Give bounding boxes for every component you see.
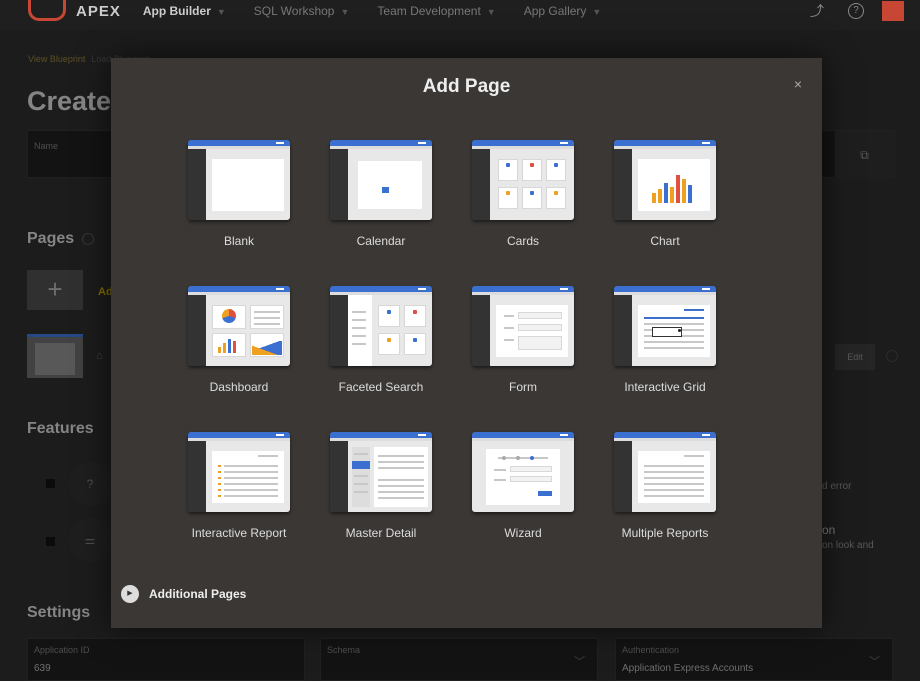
interactive-report-page-icon	[188, 432, 290, 512]
nav-tab-label: App Builder	[142, 4, 211, 18]
tile-label: Cards	[506, 234, 539, 248]
tile-label: Blank	[223, 234, 255, 248]
tile-label: Calendar	[356, 234, 406, 248]
tile-label: Dashboard	[209, 380, 269, 394]
additional-pages-toggle[interactable]: ▶ Additional Pages	[121, 585, 246, 603]
page-type-master-detail[interactable]: Master Detail	[321, 432, 441, 540]
chevron-down-icon: ▼	[216, 7, 226, 17]
page-type-blank[interactable]: Blank	[179, 140, 299, 248]
page-type-form[interactable]: Form	[463, 286, 583, 394]
tile-label: Interactive Report	[191, 526, 287, 540]
brand-name[interactable]: APEX	[76, 3, 121, 20]
page-type-chart[interactable]: Chart	[605, 140, 725, 248]
tile-label: Wizard	[504, 526, 542, 540]
help-icon[interactable]: ?	[848, 3, 864, 19]
faceted-search-page-icon	[330, 286, 432, 366]
nav-right: ⤴ ?	[810, 0, 920, 22]
page-type-wizard[interactable]: Wizard	[463, 432, 583, 540]
nav-tab-team-development[interactable]: Team Development ▼	[377, 4, 495, 18]
nav-tab-app-builder[interactable]: App Builder ▼	[143, 4, 226, 18]
form-page-icon	[472, 286, 574, 366]
nav-tab-sql-workshop[interactable]: SQL Workshop ▼	[254, 4, 350, 18]
page-type-interactive-report[interactable]: Interactive Report	[179, 432, 299, 540]
tile-label: Faceted Search	[338, 380, 424, 394]
nav-tab-label: Team Development	[377, 4, 481, 18]
nav-tab-app-gallery[interactable]: App Gallery ▼	[524, 4, 602, 18]
chevron-down-icon: ▼	[340, 7, 350, 17]
nav-tab-label: SQL Workshop	[253, 4, 335, 18]
chart-page-icon	[614, 140, 716, 220]
page-type-dashboard[interactable]: Dashboard	[179, 286, 299, 394]
blank-page-icon	[188, 140, 290, 220]
interactive-grid-page-icon	[614, 286, 716, 366]
run-icon[interactable]: ⤴	[810, 1, 824, 21]
page-type-cards[interactable]: Cards	[463, 140, 583, 248]
wizard-page-icon	[472, 432, 574, 512]
chevron-down-icon: ▼	[592, 7, 602, 17]
tile-label: Form	[509, 380, 537, 394]
page-type-multiple-reports[interactable]: Multiple Reports	[605, 432, 725, 540]
cards-page-icon	[472, 140, 574, 220]
avatar[interactable]	[882, 1, 904, 21]
calendar-page-icon	[330, 140, 432, 220]
page-type-faceted-search[interactable]: Faceted Search	[321, 286, 441, 394]
dialog-title: Add Page	[422, 76, 511, 97]
tile-label: Interactive Grid	[624, 380, 706, 394]
dashboard-page-icon	[188, 286, 290, 366]
additional-pages-label: Additional Pages	[149, 587, 247, 601]
chevron-down-icon: ▼	[486, 7, 496, 17]
tile-label: Master Detail	[345, 526, 417, 540]
add-page-dialog: Add Page × Blank Calendar Cards Chart Da…	[111, 58, 822, 628]
tile-label: Multiple Reports	[621, 526, 709, 540]
page-type-interactive-grid[interactable]: Interactive Grid	[605, 286, 725, 394]
multiple-reports-page-icon	[614, 432, 716, 512]
top-nav: APEX App Builder ▼ SQL Workshop ▼ Team Dev…	[0, 0, 920, 30]
expand-arrow-icon: ▶	[121, 585, 139, 603]
tile-label: Chart	[650, 234, 680, 248]
close-icon[interactable]: ×	[794, 76, 802, 92]
master-detail-page-icon	[330, 432, 432, 512]
nav-tabs: App Builder ▼ SQL Workshop ▼ Team Developm…	[143, 4, 629, 18]
nav-tab-label: App Gallery	[523, 4, 587, 18]
apex-logo-icon[interactable]	[28, 0, 66, 21]
page-type-calendar[interactable]: Calendar	[321, 140, 441, 248]
